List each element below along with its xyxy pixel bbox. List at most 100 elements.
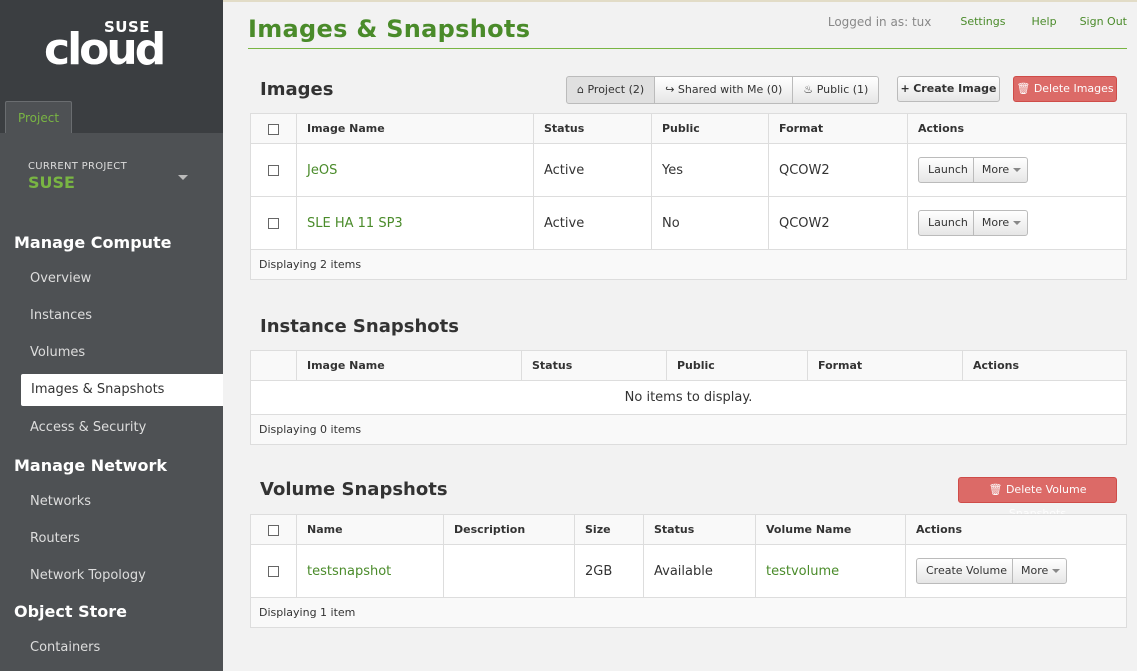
table-header-row: Name Description Size Status Volume Name…	[250, 514, 1127, 545]
col-format[interactable]: Format	[807, 350, 963, 381]
main-content: Images & Snapshots Logged in as: tux Set…	[223, 0, 1137, 671]
col-volume-name[interactable]: Volume Name	[755, 514, 906, 545]
row-checkbox[interactable]	[268, 164, 279, 176]
col-name[interactable]: Name	[296, 514, 444, 545]
images-count: Displaying 2 items	[250, 249, 1127, 280]
col-actions: Actions	[905, 514, 1127, 545]
col-size[interactable]: Size	[574, 514, 644, 545]
more-button[interactable]: More	[972, 210, 1029, 236]
empty-message: No items to display.	[250, 380, 1127, 415]
chevron-down-icon	[1013, 221, 1022, 225]
filter-public-label: Public (1)	[816, 83, 869, 96]
image-status: Active	[533, 196, 652, 250]
delete-volume-snapshots-button[interactable]: 🗑 Delete Volume Snapshots	[958, 477, 1117, 520]
chevron-down-icon	[1013, 168, 1022, 172]
image-public: No	[651, 196, 769, 250]
fire-icon: ♨	[803, 83, 814, 96]
filter-project-button[interactable]: ⌂ Project (2)	[566, 76, 656, 104]
sidebar-item-networks[interactable]: Networks	[0, 483, 223, 520]
col-public[interactable]: Public	[666, 350, 808, 381]
col-status[interactable]: Status	[533, 113, 652, 144]
row-actions: Create Volume More	[905, 544, 1127, 598]
create-image-button[interactable]: + Create Image	[897, 76, 1000, 102]
select-all-cell	[250, 514, 297, 545]
image-format: QCOW2	[768, 196, 908, 250]
sidebar-item-network-topology[interactable]: Network Topology	[0, 557, 223, 594]
sidebar-item-access-security[interactable]: Access & Security	[0, 409, 223, 446]
section-manage-compute: Manage Compute	[14, 233, 172, 252]
more-button[interactable]: More	[1011, 558, 1068, 584]
image-public: Yes	[651, 143, 769, 197]
select-all-checkbox[interactable]	[268, 524, 279, 536]
create-volume-button[interactable]: Create Volume	[916, 558, 1017, 584]
row-select-cell	[250, 143, 297, 197]
col-status[interactable]: Status	[521, 350, 667, 381]
logo-main-text: cloud	[44, 24, 166, 75]
image-filter-group: ⌂ Project (2) ↪ Shared with Me (0) ♨ Pub…	[566, 76, 880, 104]
current-project-switcher[interactable]: CURRENT PROJECT SUSE	[0, 133, 223, 213]
more-button[interactable]: More	[972, 157, 1029, 183]
col-public[interactable]: Public	[651, 113, 769, 144]
more-label: More	[1020, 564, 1049, 577]
row-select-cell	[250, 196, 297, 250]
sidebar: SUSE cloud Project CURRENT PROJECT SUSE …	[0, 0, 223, 671]
col-actions: Actions	[907, 113, 1127, 144]
row-checkbox[interactable]	[268, 565, 279, 577]
sidebar-item-images-snapshots[interactable]: Images & Snapshots	[21, 374, 223, 406]
home-icon: ⌂	[577, 83, 584, 96]
user-bar: Logged in as: tux Settings Help Sign Out	[828, 15, 1127, 29]
col-image-name[interactable]: Image Name	[296, 350, 522, 381]
images-heading: Images	[260, 79, 334, 100]
table-footer: Displaying 2 items	[250, 249, 1127, 280]
volume-name-link[interactable]: testvolume	[766, 564, 839, 579]
col-format[interactable]: Format	[768, 113, 908, 144]
create-image-label: Create Image	[913, 82, 997, 95]
launch-button[interactable]: Launch	[918, 210, 978, 236]
sidebar-item-instances[interactable]: Instances	[0, 297, 223, 334]
delete-images-button[interactable]: 🗑 Delete Images	[1013, 76, 1117, 102]
instance-snapshots-count: Displaying 0 items	[250, 414, 1127, 445]
table-row: JeOS Active Yes QCOW2 Launch More	[250, 143, 1127, 197]
row-select-cell	[250, 544, 297, 598]
sign-out-link[interactable]: Sign Out	[1080, 15, 1127, 29]
images-table: Image Name Status Public Format Actions …	[250, 113, 1127, 280]
chevron-down-icon[interactable]	[178, 175, 188, 180]
col-status[interactable]: Status	[643, 514, 756, 545]
trash-icon: 🗑	[988, 483, 1003, 496]
snapshot-status: Available	[643, 544, 756, 598]
volume-snapshots-count: Displaying 1 item	[250, 597, 1127, 628]
sidebar-item-overview[interactable]: Overview	[0, 260, 223, 297]
trash-icon: 🗑	[1016, 82, 1031, 95]
snapshot-name-link[interactable]: testsnapshot	[307, 564, 391, 579]
launch-button[interactable]: Launch	[918, 157, 978, 183]
help-link[interactable]: Help	[1031, 15, 1056, 29]
title-divider	[248, 48, 1127, 49]
image-name-link[interactable]: SLE HA 11 SP3	[307, 216, 403, 231]
col-image-name[interactable]: Image Name	[296, 113, 534, 144]
tab-project[interactable]: Project	[5, 101, 72, 133]
chevron-down-icon	[1052, 569, 1061, 573]
row-checkbox[interactable]	[268, 217, 279, 229]
row-actions: Launch More	[907, 196, 1127, 250]
header-logo-area: SUSE cloud Project	[0, 0, 223, 133]
table-header-row: Image Name Status Public Format Actions	[250, 350, 1127, 381]
settings-link[interactable]: Settings	[960, 15, 1005, 29]
snapshot-size: 2GB	[574, 544, 644, 598]
plus-icon: +	[900, 82, 910, 95]
suse-cloud-logo[interactable]: SUSE cloud	[44, 14, 176, 75]
sidebar-item-containers[interactable]: Containers	[0, 629, 223, 666]
filter-public-button[interactable]: ♨ Public (1)	[792, 76, 880, 104]
filter-shared-button[interactable]: ↪ Shared with Me (0)	[654, 76, 794, 104]
sidebar-item-routers[interactable]: Routers	[0, 520, 223, 557]
image-format: QCOW2	[768, 143, 908, 197]
table-header-row: Image Name Status Public Format Actions	[250, 113, 1127, 144]
sidebar-item-volumes[interactable]: Volumes	[0, 334, 223, 371]
table-footer: Displaying 0 items	[250, 414, 1127, 445]
filter-shared-label: Shared with Me (0)	[677, 83, 783, 96]
col-description[interactable]: Description	[443, 514, 575, 545]
image-name-link[interactable]: JeOS	[307, 163, 337, 178]
select-all-checkbox[interactable]	[268, 123, 279, 135]
volume-snapshots-heading: Volume Snapshots	[260, 479, 448, 500]
more-label: More	[981, 163, 1010, 176]
filter-project-label: Project (2)	[587, 83, 645, 96]
